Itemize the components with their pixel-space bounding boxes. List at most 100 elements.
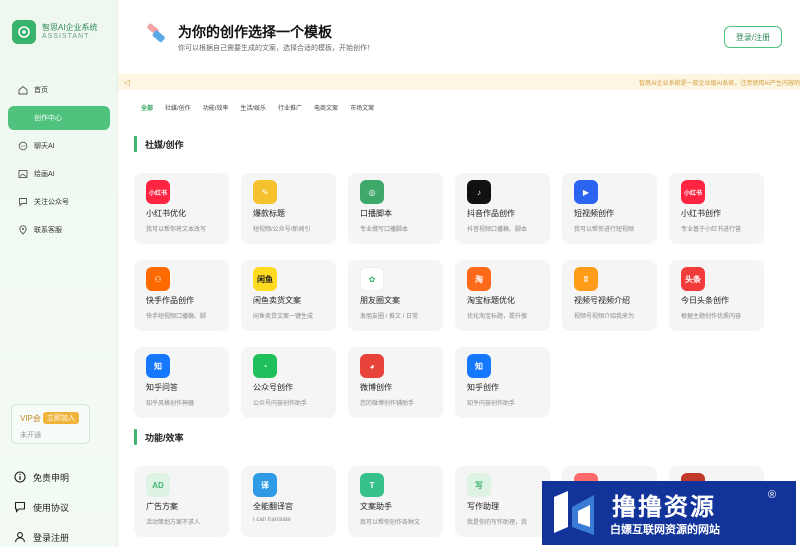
template-description: 我可以帮你创作各种文 [360,520,421,526]
sidebar-item-contact[interactable]: 联系客服 [8,218,110,242]
template-title: 今日头条创作 [681,296,729,305]
template-description: 我可以帮你进行短视频 [574,227,635,233]
template-icon: ◎ [360,180,384,204]
template-description: 快手短视频口播稿、脚 [146,314,207,320]
template-card[interactable]: ✎ 爆款标题 短视频/公众号/新闻引 [241,173,336,244]
template-icon: 知 [146,354,170,378]
template-card[interactable]: ▶ 短视频创作我可以帮你进行短视频 [562,173,657,244]
sidebar-item-draw-ai[interactable]: 绘画AI [8,162,110,186]
brand-logo-icon [12,20,36,44]
chat-icon [18,141,28,151]
template-card[interactable]: 知知乎问答 知乎风格创作神器 [134,347,229,418]
home-icon [18,85,28,95]
watermark-subtitle: 白嫖互联网资源的网站 [610,524,720,536]
template-description: 知乎风格创作神器 [146,401,195,407]
tab-efficiency[interactable]: 功能/效率 [203,103,229,112]
template-card[interactable]: T 文案助手 我可以帮你创作各种文 [348,466,443,537]
brand-subtitle: ASSISTANT [42,32,90,40]
template-title: 知乎创作 [467,383,499,392]
sidebar-item-home[interactable]: 首页 [8,78,110,102]
template-icon: 小红书 [146,180,170,204]
disclaimer-link[interactable]: 免责申明 [14,462,114,492]
template-title: 短视频创作 [574,209,614,218]
template-title: 公众号创作 [253,383,293,392]
tab-marketing[interactable]: 市场文案 [350,103,374,112]
vip-join-button[interactable]: 立即加入 [42,412,79,424]
sidebar-item-label: 绘画AI [34,171,55,178]
template-card[interactable]: ♪ 抖音作品创作 抖音视频口播稿、脚本 [455,173,550,244]
login-register-link[interactable]: 登录注册 [14,522,114,547]
template-card[interactable]: 闲鱼 闲鱼卖货文案 闲鱼卖货文案一键生成 [241,260,336,331]
template-card[interactable]: 知知乎创作 知乎内容创作助手 [455,347,550,418]
brand[interactable]: 智思AI企业系统 ASSISTANT [12,20,98,44]
tab-life[interactable]: 生活/娱乐 [240,103,266,112]
category-tabs: 全部 社媒/创作 功能/效率 生活/娱乐 行业推广 电商文案 市场文案 [141,103,386,112]
speaker-icon: ◁ [124,77,131,87]
template-icon: 译 [253,473,277,497]
watermark-title: 撸撸资源 [612,494,716,521]
template-description: 我是你的写作助理，我 [467,520,528,526]
template-title: 小红书创作 [681,209,721,218]
sidebar-item-label: 创作中心 [34,115,62,122]
template-description: 发朋友圈 / 推文 / 日常 [360,314,419,320]
template-title: 小红书优化 [146,209,186,218]
vip-card: VIP会 立即加入 未开通 [11,404,90,444]
template-title: 全能翻译官 [253,502,293,511]
template-icon: 淘 [467,267,491,291]
template-title: 朋友圈文案 [360,296,400,305]
tab-ecommerce[interactable]: 电商文案 [314,103,338,112]
template-icon: ⚇ [146,267,170,291]
template-card[interactable]: 头条今日头条创作根据主题创作优质内容 [669,260,764,331]
sidebar-item-chat-ai[interactable]: 聊天AI [8,134,110,158]
template-icon: ▶ [574,180,598,204]
template-title: 文案助手 [360,502,392,511]
template-title: 淘宝标题优化 [467,296,515,305]
template-icon: 头条 [681,267,705,291]
sidebar-item-label: 联系客服 [34,227,62,234]
template-card[interactable]: ◕ 微博创作 您的微博创作辅助手 [348,347,443,418]
notice-bar: ◁ 智思AI企业系统是一款企业级AI系统，注意使用AI产生内容的 [118,74,800,90]
template-description: 您的微博创作辅助手 [360,401,415,407]
template-card[interactable]: 淘淘宝标题优化 优化淘宝标题，提升搜 [455,260,550,331]
template-card[interactable]: 小红书小红书创作专业基于小红书进行营 [669,173,764,244]
template-title: 抖音作品创作 [467,209,515,218]
vip-status: 未开通 [20,432,41,439]
login-register-button[interactable]: 登录/注册 [724,26,782,48]
template-icon: AD [146,473,170,497]
template-card[interactable]: 小红书 小红书优化 我可以帮你将文本改写 [134,173,229,244]
template-description: I can translate [253,517,291,523]
template-icon: ✎ [253,180,277,204]
sidebar-item-follow[interactable]: 关注公众号 [8,190,110,214]
template-description: 专业基于小红书进行营 [681,227,742,233]
page-title: 为你的创作选择一个模板 [178,24,332,40]
template-description: 视频号视频介绍我来为 [574,314,635,320]
template-card[interactable]: AD 广告方案活动策划方案不求人 [134,466,229,537]
brand-name: 智思AI企业系统 [42,22,98,32]
template-card[interactable]: ◎ 口播脚本 专业撰写口播脚本 [348,173,443,244]
tab-all[interactable]: 全部 [141,103,153,112]
location-icon [18,225,28,235]
template-title: 快手作品创作 [146,296,194,305]
sidebar-bottom: 免责申明 使用协议 登录注册 [14,462,114,547]
follow-icon [18,197,28,207]
template-description: 专业撰写口播脚本 [360,227,409,233]
agreement-link[interactable]: 使用协议 [14,492,114,522]
template-card[interactable]: 译全能翻译官 I can translate [241,466,336,537]
template-description: 活动策划方案不求人 [146,520,201,526]
sidebar-item-creation-center[interactable]: 创作中心 [8,106,110,130]
template-icon: ◕ [360,354,384,378]
sidebar: 智思AI企业系统 ASSISTANT 首页 创作中心 聊天AI 绘画AI 关注公… [0,0,118,547]
template-icon: 小红书 [681,180,705,204]
template-description: 根据主题创作优质内容 [681,314,742,320]
tab-social[interactable]: 社媒/创作 [165,103,191,112]
tab-industry[interactable]: 行业推广 [278,103,302,112]
template-title: 闲鱼卖货文案 [253,296,301,305]
template-card[interactable]: ʬ 视频号视频介绍 视频号视频介绍我来为 [562,260,657,331]
template-title: 广告方案 [146,502,178,511]
template-card[interactable]: ✿ 朋友圈文案 发朋友圈 / 推文 / 日常 [348,260,443,331]
template-card[interactable]: 写写作助理 我是你的写作助理，我 [455,466,550,537]
app-root: 智思AI企业系统 ASSISTANT 首页 创作中心 聊天AI 绘画AI 关注公… [0,0,800,547]
template-card[interactable]: ⚇ 快手作品创作快手短视频口播稿、脚 [134,260,229,331]
template-card[interactable]: ◔ 公众号创作 公众号内容创作助手 [241,347,336,418]
agreement-label: 使用协议 [33,502,70,513]
